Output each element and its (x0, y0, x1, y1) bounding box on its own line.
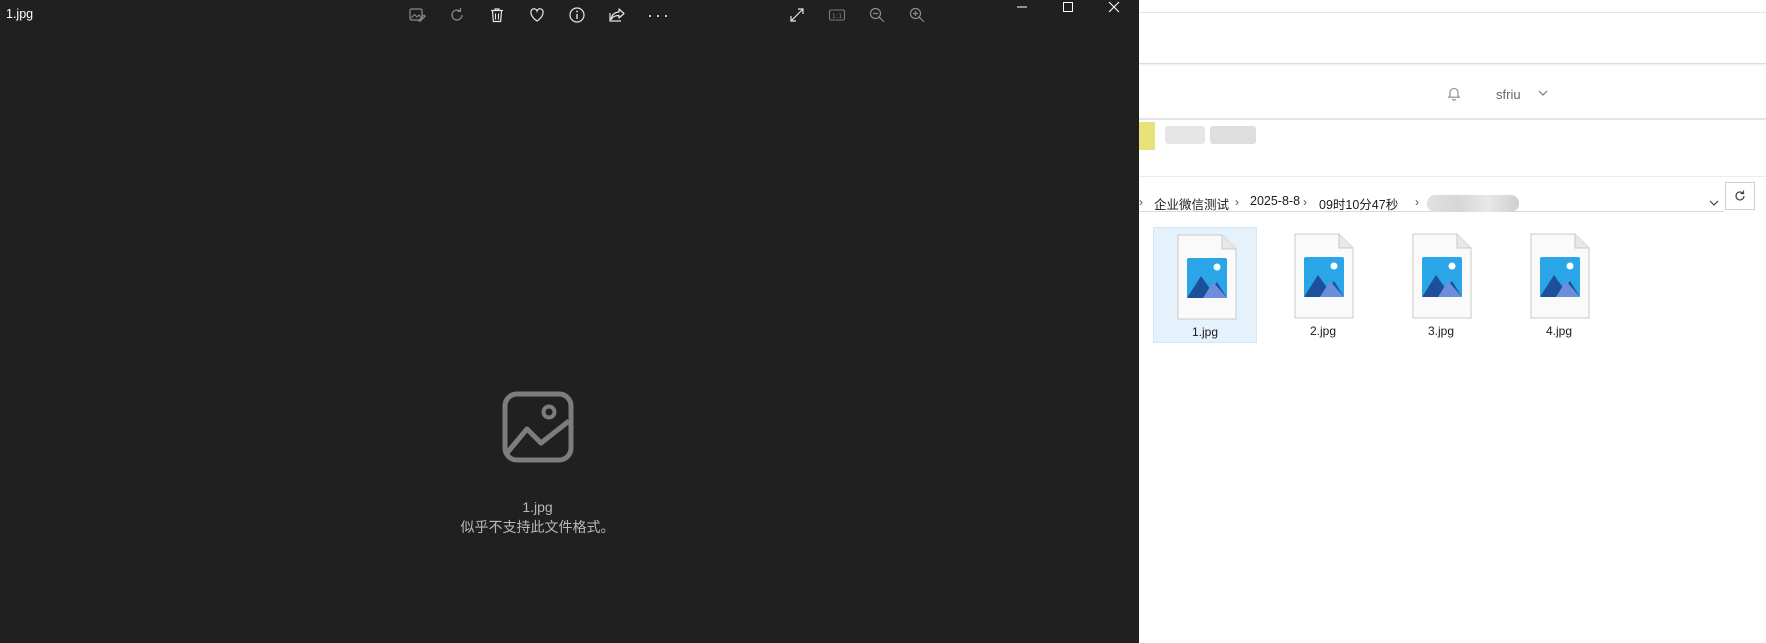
chevron-down-icon[interactable] (1708, 197, 1720, 209)
explorer-header: sfriu (1139, 66, 1766, 120)
delete-icon (491, 8, 503, 23)
breadcrumb-item[interactable]: 2025-8-8 (1250, 194, 1300, 208)
error-file-name: 1.jpg (522, 499, 553, 515)
blurred-folder-thumbnail (1139, 122, 1155, 150)
address-row: › 企业微信测试 › 2025-8-8 › 09时10分47秒 › (1139, 176, 1766, 217)
breadcrumb-separator-icon: › (1139, 195, 1143, 209)
explorer-toolbar-area (1139, 13, 1766, 64)
image-file-icon (1530, 233, 1590, 319)
file-item[interactable]: 3.jpg (1389, 227, 1493, 343)
file-name: 3.jpg (1427, 324, 1455, 338)
maximize-icon (1063, 2, 1073, 12)
refresh-icon (1735, 190, 1745, 201)
file-item[interactable]: 1.jpg (1153, 227, 1257, 343)
actual-size-button[interactable]: 1:1 (825, 3, 849, 27)
user-name[interactable]: sfriu (1496, 87, 1521, 102)
image-file-icon (1294, 233, 1354, 319)
refresh-button[interactable] (1725, 182, 1755, 210)
edit-image-icon (409, 8, 426, 22)
favorite-button[interactable] (525, 3, 549, 27)
actual-size-label: 1:1 (832, 12, 842, 20)
info-button[interactable] (565, 3, 589, 27)
file-explorer-window: sfriu › 企业微信测试 › 2025-8-8 › 09时10分47秒 › (1139, 0, 1766, 643)
close-button[interactable] (1091, 0, 1137, 14)
breadcrumb-item[interactable]: 企业微信测试 (1154, 194, 1229, 213)
fullscreen-button[interactable] (785, 3, 809, 27)
share-icon (609, 8, 625, 22)
maximize-button[interactable] (1045, 0, 1091, 14)
file-name: 1.jpg (1191, 325, 1219, 339)
zoom-in-button[interactable] (905, 3, 929, 27)
bell-icon[interactable] (1446, 86, 1462, 102)
rotate-button[interactable] (445, 3, 469, 27)
zoom-out-icon (869, 7, 885, 23)
close-icon (1108, 1, 1120, 13)
image-placeholder-icon (502, 391, 574, 463)
edit-image-button[interactable] (405, 3, 429, 27)
more-options-button[interactable]: ··· (645, 3, 673, 27)
fullscreen-icon (790, 8, 804, 22)
minimize-button[interactable] (999, 0, 1045, 14)
breadcrumb-separator-icon: › (1415, 195, 1419, 209)
heart-icon (530, 8, 544, 22)
blurred-title-part (1210, 126, 1256, 144)
file-item[interactable]: 2.jpg (1271, 227, 1375, 343)
image-file-icon (1412, 233, 1472, 319)
blurred-breadcrumb-item (1427, 195, 1519, 212)
address-bar[interactable]: › 企业微信测试 › 2025-8-8 › 09时10分47秒 › (1139, 182, 1724, 212)
file-name: 2.jpg (1309, 324, 1337, 338)
minimize-icon (1017, 6, 1027, 8)
rotate-icon (451, 8, 463, 21)
file-name: 4.jpg (1545, 324, 1573, 338)
breadcrumb-separator-icon: › (1303, 195, 1307, 209)
delete-button[interactable] (485, 3, 509, 27)
window-title: 1.jpg (6, 7, 34, 21)
share-button[interactable] (605, 3, 629, 27)
zoom-out-button[interactable] (865, 3, 889, 27)
explorer-top-strip (1139, 0, 1766, 13)
chevron-down-icon[interactable] (1537, 87, 1549, 99)
photo-viewer-window: 1.jpg ··· 1:1 1.jpg 似乎不支持此文件格式。 (0, 0, 1139, 643)
file-item[interactable]: 4.jpg (1507, 227, 1611, 343)
info-icon (569, 7, 585, 23)
actual-size-icon: 1:1 (828, 9, 846, 21)
breadcrumb-separator-icon: › (1235, 195, 1239, 209)
blurred-title-part (1165, 126, 1205, 144)
breadcrumb-item[interactable]: 09时10分47秒 (1319, 194, 1398, 213)
image-file-icon (1177, 234, 1237, 320)
zoom-in-icon (909, 7, 925, 23)
error-message: 似乎不支持此文件格式。 (460, 519, 615, 535)
